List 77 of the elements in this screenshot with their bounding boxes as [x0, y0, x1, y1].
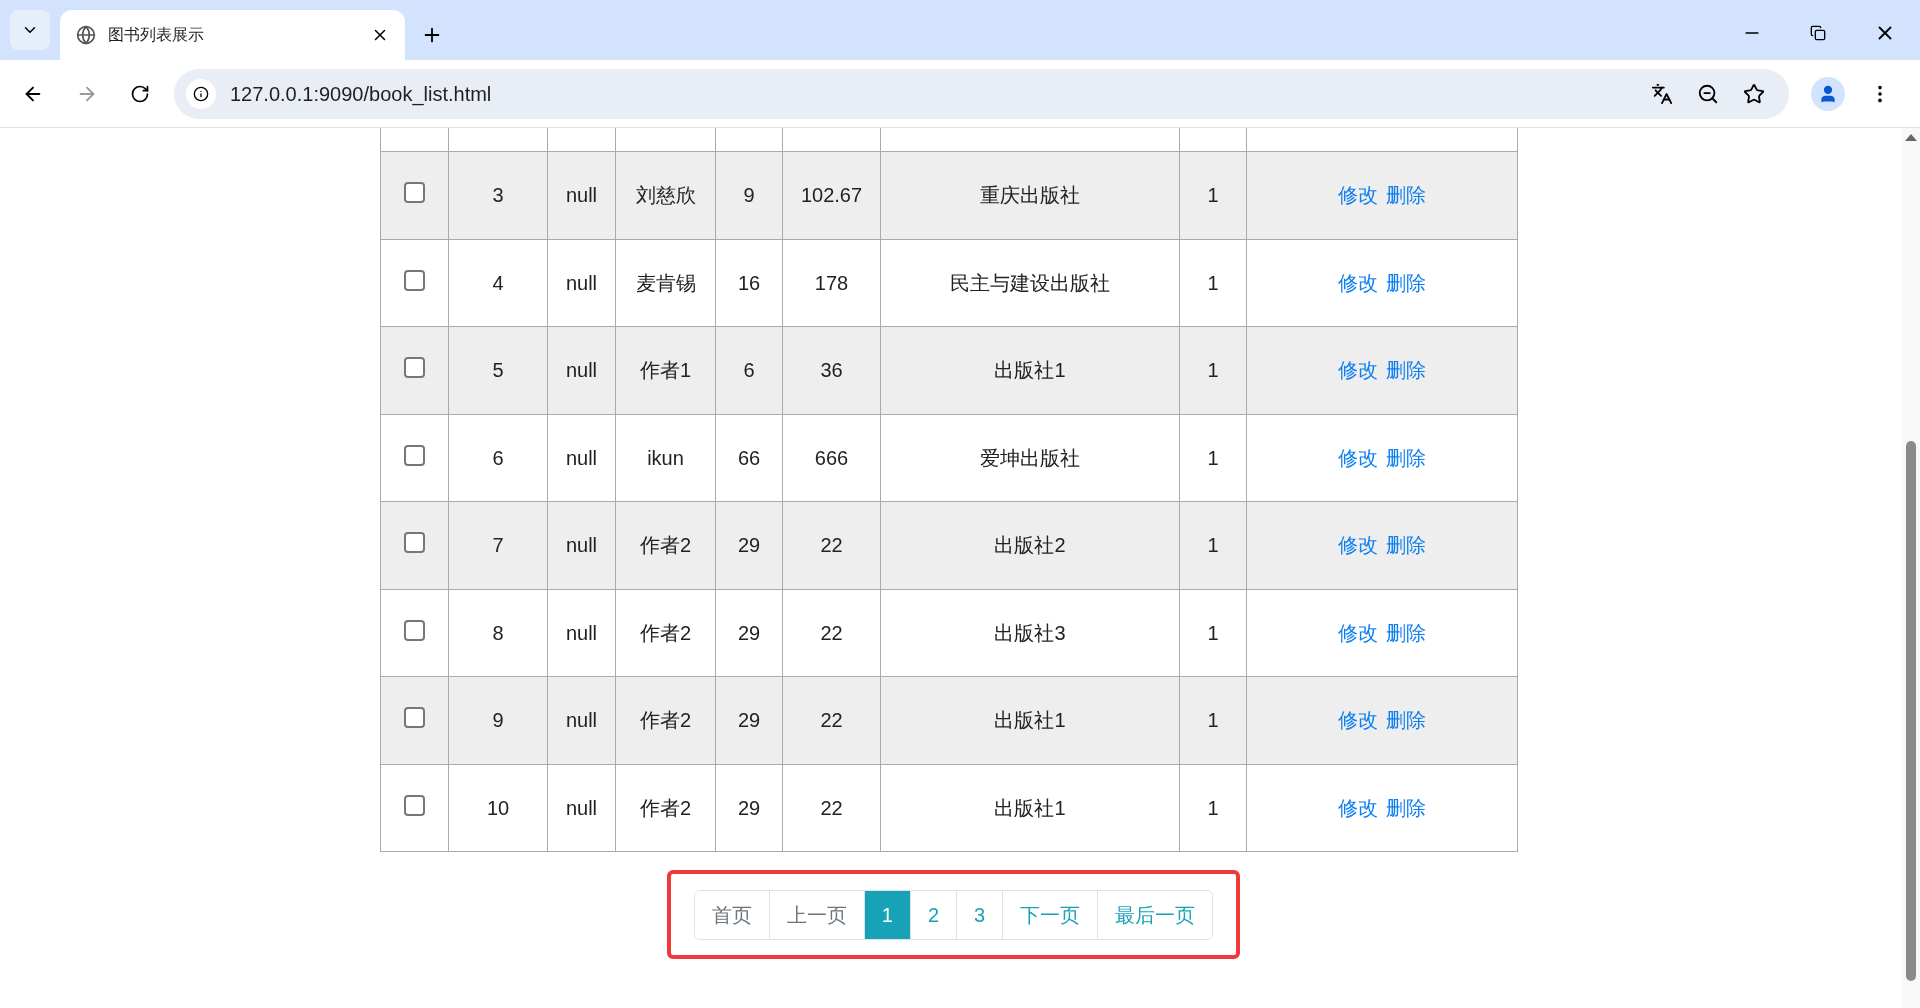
zoom-out-icon[interactable]	[1697, 82, 1719, 105]
row-checkbox[interactable]	[404, 269, 425, 291]
table-cell: 9	[716, 152, 783, 240]
row-checkbox[interactable]	[404, 182, 425, 203]
page-button[interactable]: 1	[863, 890, 910, 939]
table-cell: 作者2	[616, 764, 716, 852]
table-cell: 作者2	[616, 502, 716, 590]
edit-link[interactable]: 修改	[1338, 442, 1378, 473]
table-cell: null	[548, 327, 616, 415]
delete-link[interactable]: 删除	[1386, 530, 1426, 561]
delete-link[interactable]: 删除	[1386, 180, 1426, 211]
address-bar[interactable]: 127.0.0.1:9090/book_list.html	[174, 68, 1789, 119]
profile-button[interactable]	[1811, 76, 1845, 111]
globe-icon	[76, 25, 96, 45]
table-cell: 29	[716, 764, 783, 852]
table-cell: 出版社1	[881, 677, 1180, 765]
scroll-up-icon[interactable]	[1905, 134, 1917, 141]
site-info-button[interactable]	[186, 78, 216, 109]
row-checkbox[interactable]	[404, 444, 425, 466]
table-cell: 7	[449, 502, 548, 590]
edit-link[interactable]: 修改	[1338, 530, 1378, 561]
browser-tab[interactable]: 图书列表展示	[60, 10, 405, 60]
table-cell: 重庆出版社	[881, 152, 1180, 240]
row-checkbox[interactable]	[404, 357, 425, 378]
table-cell: 1	[1180, 327, 1247, 415]
edit-link[interactable]: 修改	[1338, 180, 1378, 211]
table-cell: 1	[1180, 677, 1247, 765]
row-checkbox[interactable]	[404, 707, 425, 728]
table-cell: null	[548, 502, 616, 590]
table-cell: 10	[449, 764, 548, 852]
table-cell: 6	[716, 327, 783, 415]
table-cell: 22	[783, 502, 881, 590]
edit-link[interactable]: 修改	[1338, 792, 1378, 823]
table-cell: 36	[783, 327, 881, 415]
table-cell: 29	[716, 677, 783, 765]
table-cell: 3	[449, 152, 548, 240]
scrollbar-thumb[interactable]	[1906, 441, 1916, 981]
table-cell: 作者2	[616, 677, 716, 765]
table-cell: 出版社2	[881, 502, 1180, 590]
url-text: 127.0.0.1:9090/book_list.html	[230, 81, 493, 108]
row-checkbox[interactable]	[404, 794, 425, 816]
table-cell: 作者1	[616, 327, 716, 415]
info-icon	[193, 85, 209, 102]
table-cell: 9	[449, 677, 548, 765]
table-cell: null	[548, 677, 616, 765]
delete-link[interactable]: 删除	[1386, 442, 1426, 473]
user-icon	[1818, 83, 1838, 104]
table-cell: 5	[449, 327, 548, 415]
row-checkbox[interactable]	[404, 532, 425, 553]
delete-link[interactable]: 删除	[1386, 617, 1426, 648]
delete-link[interactable]: 删除	[1386, 267, 1426, 298]
table-cell: 1	[1180, 764, 1247, 852]
table-cell: 1	[1180, 502, 1247, 590]
edit-link[interactable]: 修改	[1338, 267, 1378, 298]
edit-link[interactable]: 修改	[1338, 705, 1378, 736]
reload-icon[interactable]	[130, 83, 150, 104]
tab-title: 图书列表展示	[108, 25, 205, 45]
edit-link[interactable]: 修改	[1338, 355, 1378, 386]
table-cell: 22	[783, 677, 881, 765]
table-cell: null	[548, 764, 616, 852]
delete-link[interactable]: 删除	[1386, 792, 1426, 823]
table-cell: 102.67	[783, 152, 881, 240]
bookmark-star-icon[interactable]	[1743, 82, 1765, 105]
table-cell: 1	[1180, 152, 1247, 240]
table-cell: 29	[716, 502, 783, 590]
translate-icon[interactable]	[1651, 82, 1673, 105]
restore-icon[interactable]	[1810, 25, 1826, 41]
table-cell: 22	[783, 764, 881, 852]
table-cell: 出版社1	[881, 764, 1180, 852]
delete-link[interactable]: 删除	[1386, 355, 1426, 386]
page-button[interactable]: 最后一页	[1097, 890, 1213, 939]
table-cell: null	[548, 152, 616, 240]
table-cell: 出版社1	[881, 327, 1180, 415]
edit-link[interactable]: 修改	[1338, 617, 1378, 648]
delete-link[interactable]: 删除	[1386, 705, 1426, 736]
row-checkbox[interactable]	[404, 619, 425, 641]
table-cell: 刘慈欣	[616, 152, 716, 240]
